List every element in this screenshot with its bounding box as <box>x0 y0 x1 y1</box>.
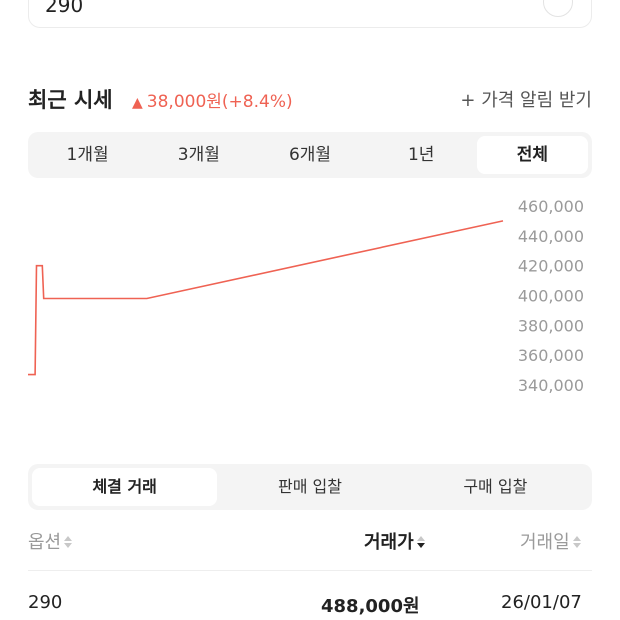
header-price-label: 거래가 <box>364 532 414 553</box>
tab-executed-trades[interactable]: 체결 거래 <box>32 468 218 506</box>
row-option: 290 <box>28 592 63 613</box>
price-change: ▲ 38,000원(+8.4%) <box>132 87 293 112</box>
price-alert-button[interactable]: + 가격 알림 받기 <box>460 86 592 112</box>
header-price[interactable]: 거래가 <box>364 528 426 554</box>
price-line <box>28 220 504 376</box>
option-value: 290 <box>45 0 84 17</box>
tab-1-month[interactable]: 1개월 <box>32 136 143 174</box>
y-tick-label: 400,000 <box>518 287 584 306</box>
tab-sell-bids[interactable]: 판매 입찰 <box>217 468 402 506</box>
tab-1-year[interactable]: 1년 <box>366 136 477 174</box>
y-tick-label: 340,000 <box>518 376 584 395</box>
y-tick-label: 420,000 <box>518 257 584 276</box>
y-tick-label: 360,000 <box>518 346 584 365</box>
trade-table-header: 옵션 거래가 거래일 <box>28 528 592 556</box>
price-title: 최근 시세 <box>28 88 113 112</box>
price-change-value: 38,000원(+8.4%) <box>146 92 293 112</box>
table-row: 290 488,000원 26/01/07 <box>28 592 592 618</box>
tab-buy-bids[interactable]: 구매 입찰 <box>403 468 588 506</box>
price-chart: 460,000 440,000 420,000 400,000 380,000 360,0… <box>28 197 584 395</box>
row-date: 26/01/07 <box>501 592 582 613</box>
y-tick-label: 440,000 <box>518 227 584 246</box>
y-tick-label: 380,000 <box>518 316 584 335</box>
price-header: 최근 시세 ▲ 38,000원(+8.4%) + 가격 알림 받기 <box>28 84 592 114</box>
table-divider <box>28 570 592 571</box>
sort-desc-icon <box>416 536 425 548</box>
tab-6-month[interactable]: 6개월 <box>254 136 365 174</box>
sort-icon <box>572 536 581 548</box>
header-option[interactable]: 옵션 <box>28 528 73 554</box>
header-date-label: 거래일 <box>520 532 570 553</box>
sort-icon <box>64 536 73 548</box>
up-triangle-icon: ▲ <box>132 95 143 111</box>
tab-3-month[interactable]: 3개월 <box>143 136 254 174</box>
header-date[interactable]: 거래일 <box>520 528 582 554</box>
dropdown-icon[interactable] <box>543 0 573 17</box>
tab-all[interactable]: 전체 <box>476 136 589 174</box>
y-tick-label: 460,000 <box>518 197 584 216</box>
header-option-label: 옵션 <box>28 532 62 553</box>
trade-tabs: 체결 거래 판매 입찰 구매 입찰 <box>28 464 592 510</box>
row-price: 488,000원 <box>321 596 420 617</box>
period-tabs: 1개월 3개월 6개월 1년 전체 <box>28 132 592 178</box>
option-select-field[interactable]: 290 <box>28 0 592 28</box>
